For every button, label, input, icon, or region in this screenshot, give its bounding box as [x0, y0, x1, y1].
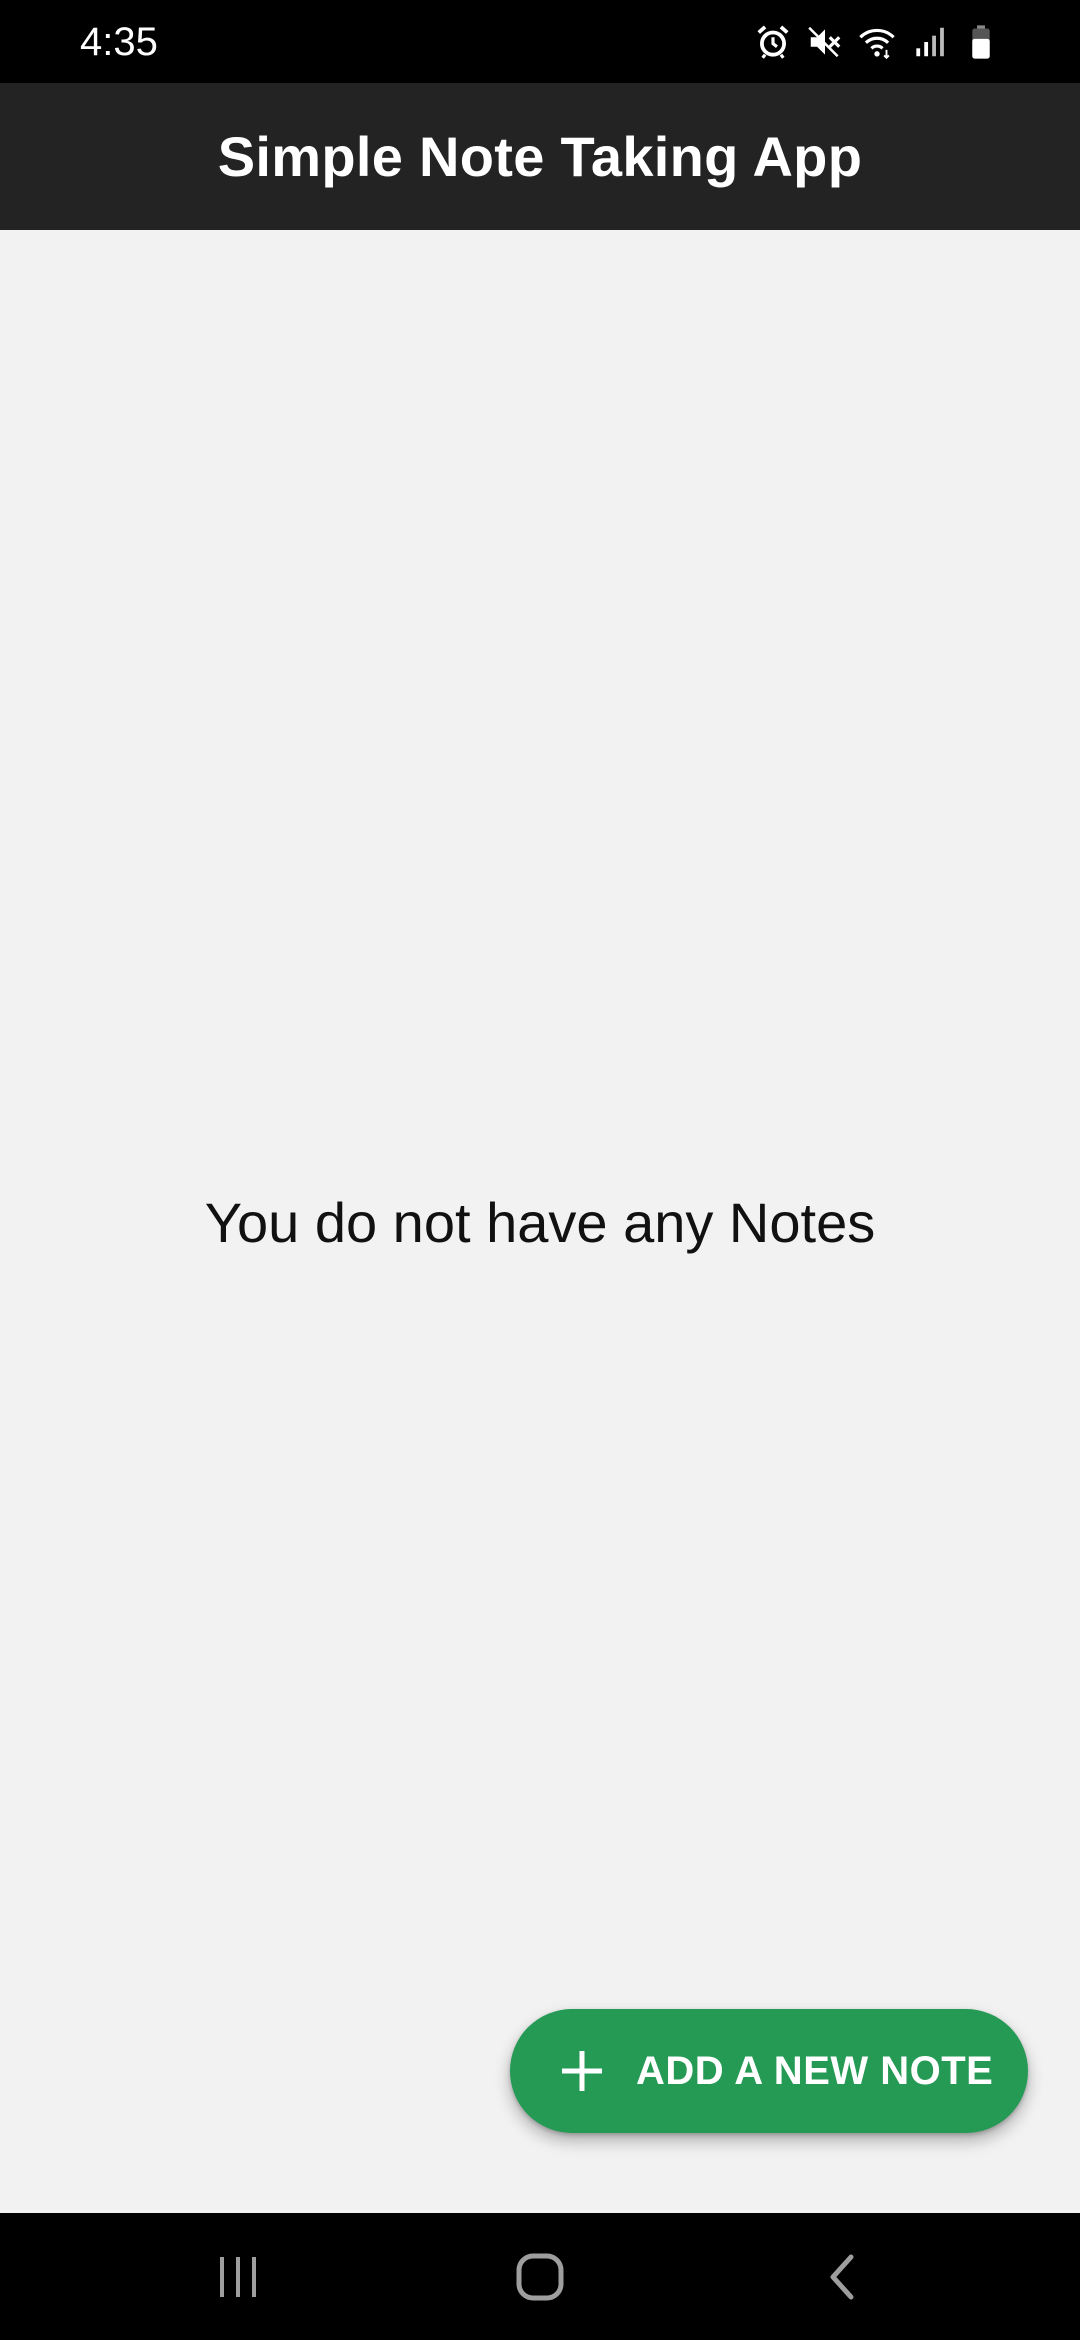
app-title: Simple Note Taking App — [217, 125, 863, 188]
empty-state-message: You do not have any Notes — [204, 1191, 876, 1254]
back-icon — [830, 2254, 854, 2299]
recent-apps-button[interactable] — [178, 2213, 298, 2340]
status-bar: 4:35 — [0, 0, 1080, 83]
home-button[interactable] — [480, 2213, 600, 2340]
alarm-icon — [757, 25, 789, 59]
add-note-button[interactable]: ADD A NEW NOTE — [510, 2009, 1028, 2133]
back-button[interactable] — [783, 2213, 903, 2340]
battery-icon — [972, 25, 990, 59]
status-time: 4:35 — [80, 20, 158, 64]
notes-list-area: You do not have any Notes — [0, 230, 1080, 2213]
recent-apps-icon — [220, 2256, 256, 2297]
signal-icon — [916, 27, 944, 57]
app-bar: Simple Note Taking App — [0, 83, 1080, 230]
plus-icon — [562, 2051, 602, 2091]
status-icons — [754, 22, 1000, 62]
wifi-icon — [859, 28, 895, 60]
home-icon — [516, 2253, 564, 2300]
mute-icon — [808, 26, 841, 58]
navigation-bar — [0, 2213, 1080, 2340]
screen: 4:35 Simple Note Taking App You do not h… — [0, 0, 1080, 2340]
add-note-label: ADD A NEW NOTE — [636, 2049, 994, 2093]
